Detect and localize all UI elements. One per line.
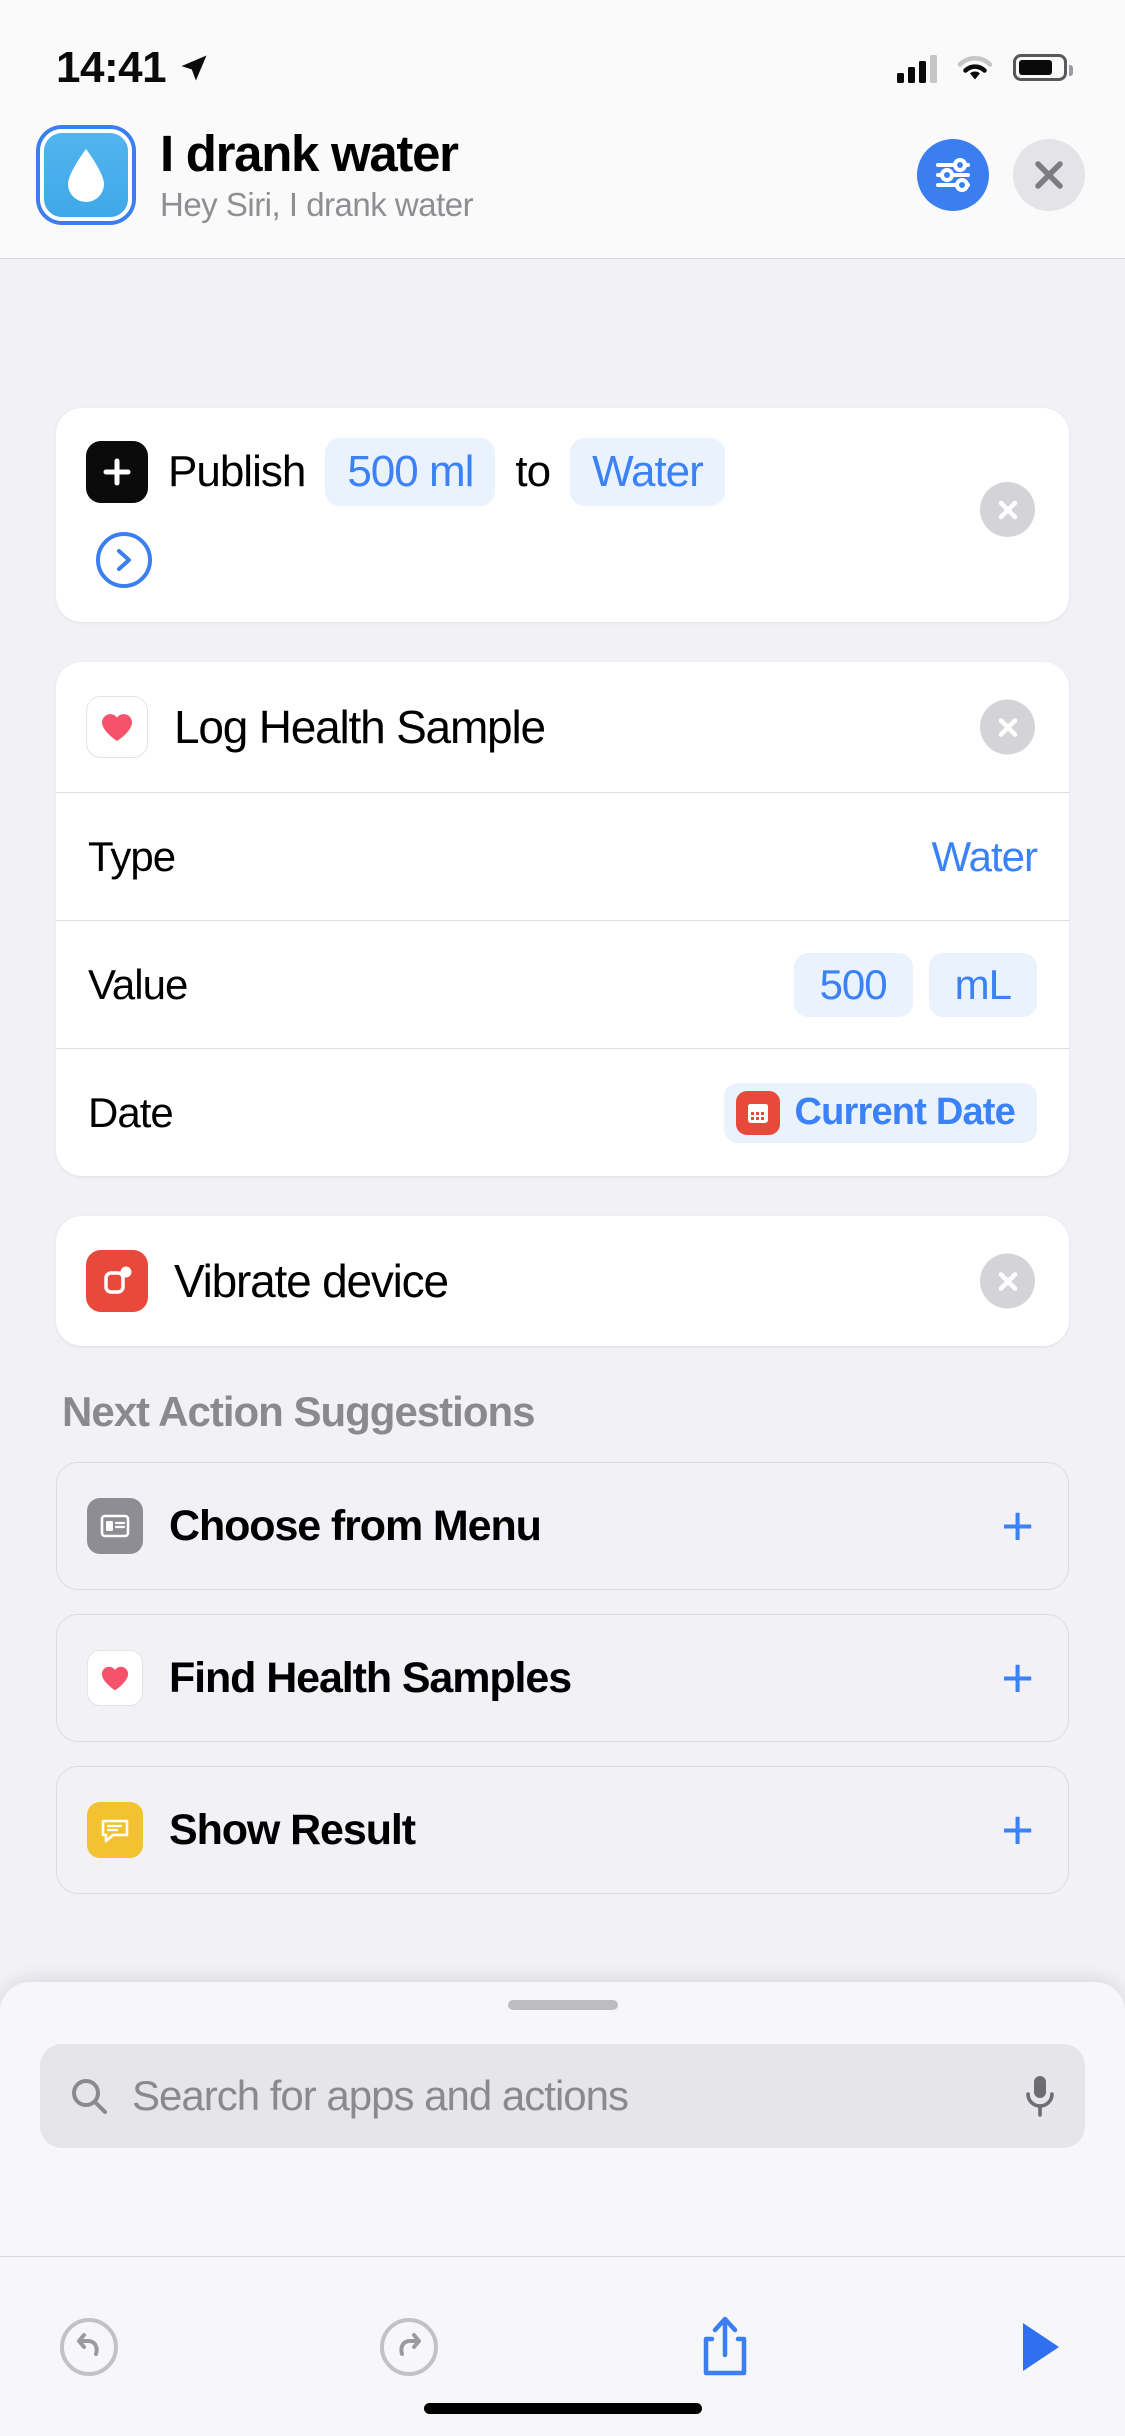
parameter-label: Value [88, 960, 188, 1008]
battery-icon [1013, 54, 1073, 81]
add-icon[interactable]: + [1001, 1802, 1034, 1858]
share-icon[interactable] [697, 2313, 753, 2381]
suggestion-show-result[interactable]: Show Result + [56, 1766, 1069, 1894]
header-text-block: I drank water Hey Siri, I drank water [160, 125, 917, 224]
location-arrow-icon [181, 55, 207, 80]
status-bar-right [897, 53, 1073, 83]
search-placeholder: Search for apps and actions [132, 2072, 629, 2119]
parameter-label: Date [88, 1088, 174, 1136]
redo-icon[interactable] [378, 2316, 440, 2378]
suggestions-heading: Next Action Suggestions [62, 1388, 536, 1435]
action-card-log-health-sample[interactable]: Log Health Sample Type Water Value 500 m… [56, 662, 1069, 1176]
current-date-token[interactable]: Current Date [724, 1082, 1037, 1143]
search-icon [72, 2079, 107, 2114]
menu-list-icon [87, 1498, 143, 1554]
suggestion-find-health-samples[interactable]: Find Health Samples + [56, 1614, 1069, 1742]
value-unit-token[interactable]: mL [928, 952, 1037, 1017]
microphone-icon[interactable] [1023, 2072, 1057, 2120]
status-bar-clock: 14:41 [56, 42, 167, 92]
current-date-label: Current Date [794, 1091, 1015, 1133]
parameter-row-type[interactable]: Type Water [56, 792, 1069, 920]
add-icon[interactable]: + [1001, 1498, 1034, 1554]
remove-icon[interactable] [980, 699, 1035, 755]
settings-sliders-icon[interactable] [917, 138, 989, 211]
plus-square-icon [86, 441, 148, 503]
water-drop-icon [40, 128, 132, 221]
action-search-sheet[interactable]: Search for apps and actions [0, 1982, 1125, 2436]
remove-icon[interactable] [980, 482, 1035, 537]
chevron-right-icon[interactable] [96, 532, 152, 588]
drag-handle[interactable] [507, 2000, 618, 2010]
home-indicator [423, 2403, 702, 2414]
suggestion-label: Show Result [169, 1805, 416, 1854]
publish-target-token[interactable]: Water [570, 438, 725, 506]
play-icon[interactable] [1011, 2317, 1067, 2377]
vibrate-icon [86, 1250, 148, 1312]
heart-icon [86, 696, 148, 758]
suggestion-label: Choose from Menu [169, 1501, 542, 1550]
status-bar-left: 14:41 [56, 43, 209, 93]
parameter-label: Type [88, 832, 176, 880]
suggestion-label: Find Health Samples [169, 1653, 572, 1702]
suggestion-choose-from-menu[interactable]: Choose from Menu + [56, 1462, 1069, 1590]
add-icon[interactable]: + [1001, 1650, 1034, 1706]
parameter-row-date[interactable]: Date Current Date [56, 1048, 1069, 1176]
show-result-icon [87, 1802, 143, 1858]
publish-verb: Publish [168, 447, 306, 496]
log-health-sample-header: Log Health Sample [56, 662, 1069, 792]
vibrate-device-title: Vibrate device [174, 1255, 449, 1307]
parameter-value-group: 500 mL [793, 952, 1037, 1017]
status-bar: 14:41 [0, 0, 1125, 105]
close-icon[interactable] [1013, 138, 1085, 211]
heart-icon [87, 1650, 143, 1706]
search-input[interactable]: Search for apps and actions [40, 2044, 1085, 2148]
cellular-signal-icon [897, 53, 937, 83]
parameter-value[interactable]: Water [932, 833, 1038, 881]
wifi-icon [957, 55, 993, 79]
action-card-vibrate-device[interactable]: Vibrate device [56, 1216, 1069, 1346]
value-number-token[interactable]: 500 [793, 952, 913, 1017]
page-subtitle: Hey Siri, I drank water [160, 186, 474, 224]
undo-icon[interactable] [58, 2316, 120, 2378]
publish-amount-token[interactable]: 500 ml [325, 438, 496, 506]
publish-action-row: Publish 500 ml to Water [86, 438, 1039, 506]
header-buttons [917, 138, 1085, 211]
remove-icon[interactable] [980, 1253, 1035, 1309]
shortcut-header: I drank water Hey Siri, I drank water [0, 105, 1125, 260]
publish-preposition: to [515, 447, 551, 496]
action-card-publish[interactable]: Publish 500 ml to Water [56, 408, 1069, 622]
page-title: I drank water [160, 125, 459, 182]
calendar-icon [736, 1090, 781, 1135]
parameter-row-value[interactable]: Value 500 mL [56, 920, 1069, 1048]
log-health-sample-title: Log Health Sample [174, 701, 546, 753]
